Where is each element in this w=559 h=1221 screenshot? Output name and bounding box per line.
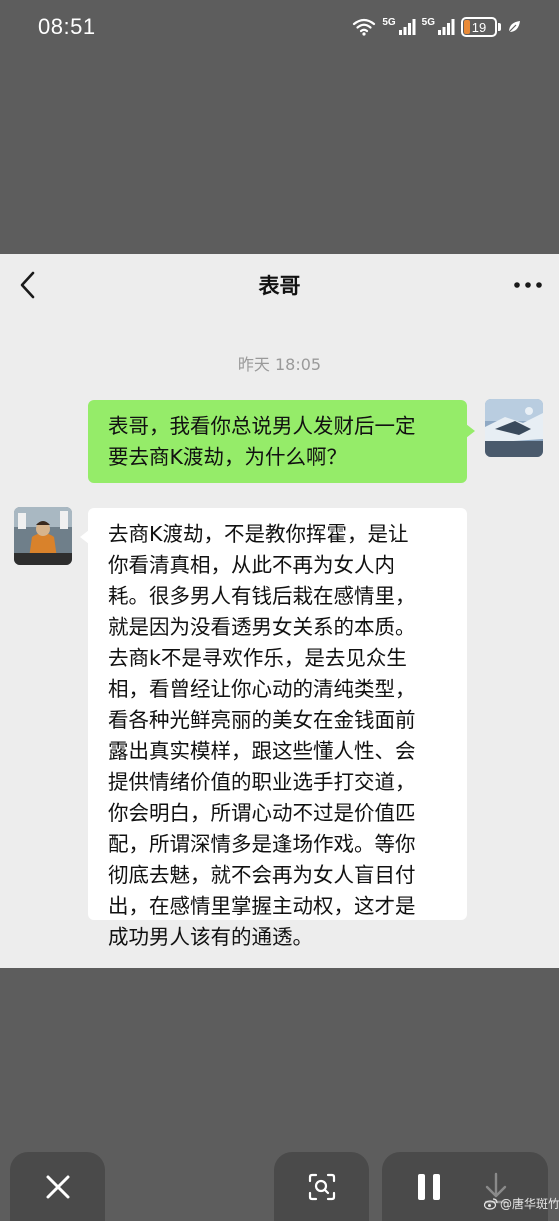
sent-message-bubble[interactable]: 表哥，我看你总说男人发财后一定 要去商K渡劫，为什么啊？ (88, 400, 475, 483)
received-message-line: 相，看曾经让你心动的清纯类型， (108, 677, 416, 701)
status-icons: 5G 5G 19 (352, 16, 521, 38)
close-icon (46, 1175, 69, 1198)
status-time: 08:51 (38, 14, 96, 39)
received-message-line: 就是因为没看透男女关系的本质。 (108, 615, 416, 639)
received-message-line: 提供情绪价值的职业选手打交道， (108, 770, 416, 794)
chat-title: 表哥 (258, 274, 301, 298)
message-timestamp: 昨天 18:05 (237, 355, 322, 374)
battery-icon: 19 (461, 17, 497, 37)
received-message-line: 去商K渡劫，不是教你挥霍，是让 (108, 522, 409, 546)
received-message-bubble[interactable]: 去商K渡劫，不是教你挥霍，是让 你看清真相，从此不再为女人内 耗。很多男人有钱后… (80, 508, 467, 949)
received-message-line: 你看清真相，从此不再为女人内 (108, 553, 395, 577)
more-button[interactable] (511, 270, 545, 300)
battery-tip (498, 23, 501, 31)
battery-fill (464, 20, 471, 34)
avatar-image (485, 399, 543, 457)
sent-message-line: 表哥，我看你总说男人发财后一定 (108, 414, 416, 438)
received-message-line: 去商k不是寻欢作乐，是去见众生 (108, 646, 407, 670)
received-message-line: 出，在感情里掌握主动权，这才是 (108, 894, 416, 918)
received-message-line: 看各种光鲜亮丽的美女在金钱面前 (108, 708, 416, 732)
scan-icon (308, 1173, 335, 1200)
status-bar: 08:51 5G 5G 19 (0, 0, 559, 56)
network-label-2: 5G (421, 16, 435, 28)
watermark: @唐华斑竹 (484, 1195, 559, 1212)
chat-header: 表哥 (0, 254, 559, 316)
image-viewer: 08:51 5G 5G 19 表哥 昨天 18:05 表哥，我看你总说男人发财后… (0, 0, 559, 1221)
chat-screenshot: 表哥 昨天 18:05 表哥，我看你总说男人发财后一定 要去商K渡劫，为什么啊？… (0, 254, 559, 968)
pause-icon (418, 1174, 440, 1200)
network-label-1: 5G (382, 16, 396, 28)
received-message-line: 成功男人该有的通透。 (108, 925, 313, 949)
received-message-line: 你会明白，所谓心动不过是价值匹 (108, 801, 416, 825)
scan-button[interactable] (274, 1152, 369, 1221)
signal-icon-1 (398, 19, 416, 35)
contact-avatar[interactable] (14, 507, 72, 565)
weibo-logo-icon (484, 1197, 498, 1210)
sent-message-line: 要去商K渡劫，为什么啊？ (108, 445, 347, 469)
received-message-line: 配，所谓深情多是逢场作戏。等你 (108, 832, 416, 856)
received-message-line: 彻底去魅，就不会再为女人盲目付 (108, 863, 416, 887)
more-dots-icon (514, 282, 542, 288)
pause-button[interactable] (412, 1170, 446, 1204)
received-message-line: 耗。很多男人有钱后栽在感情里， (108, 584, 416, 608)
wifi-icon (353, 18, 376, 36)
signal-icon-2 (438, 19, 455, 35)
my-avatar[interactable] (485, 399, 543, 457)
leaf-icon (508, 21, 520, 33)
watermark-text: @唐华斑竹 (500, 1197, 559, 1211)
avatar-image (14, 507, 72, 565)
received-message-line: 露出真实模样，跟这些懂人性、会 (108, 739, 416, 763)
close-button[interactable] (10, 1152, 105, 1221)
battery-level: 19 (471, 19, 487, 35)
